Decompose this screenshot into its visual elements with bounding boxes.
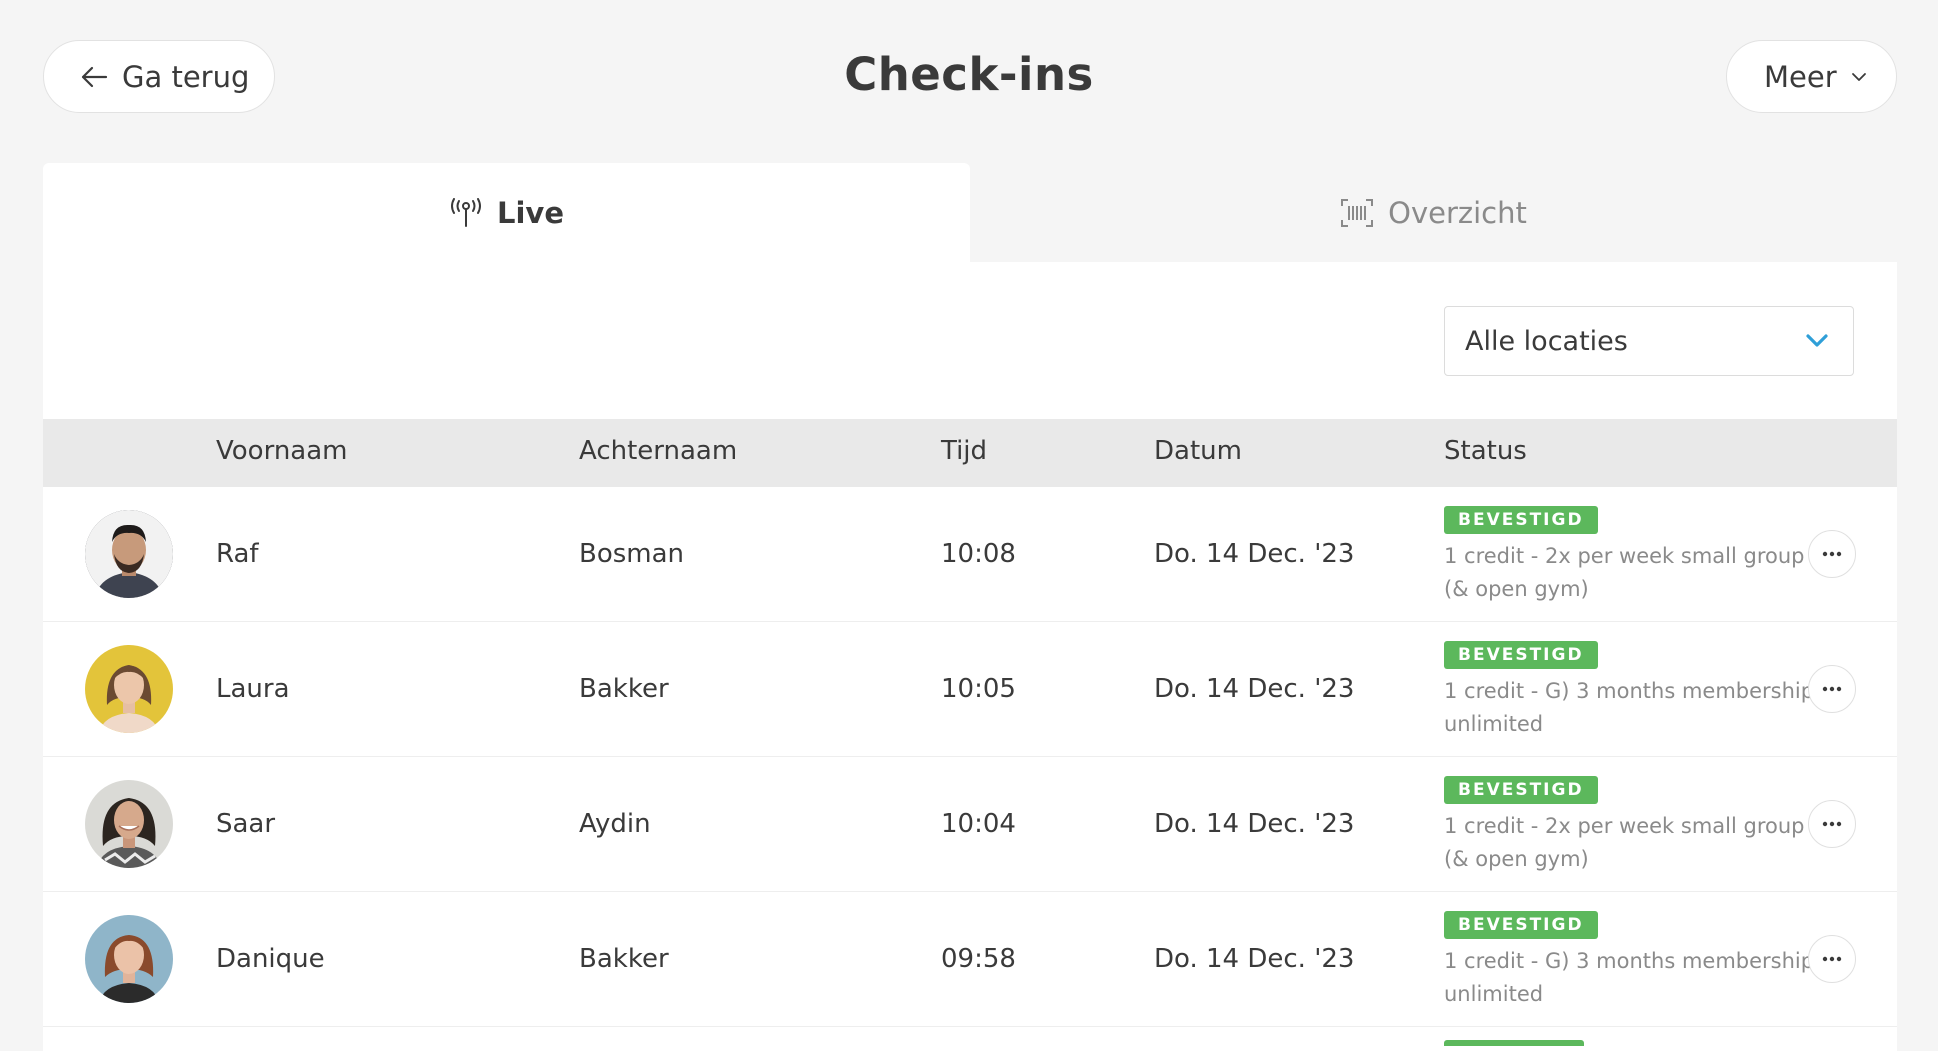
row-actions-button[interactable] — [1808, 935, 1856, 983]
row-actions-button[interactable] — [1808, 530, 1856, 578]
status-badge: BEVESTIGD — [1444, 641, 1598, 669]
avatar — [85, 780, 173, 868]
membership-plan: 1 credit - 2x per week small group (& op… — [1444, 544, 1805, 601]
status-cell: BEVESTIGD 1 credit - 2x per week small g… — [1444, 502, 1824, 606]
checkin-time: 10:08 — [941, 539, 1016, 569]
first-name: Danique — [216, 944, 325, 974]
last-name: Aydin — [579, 809, 651, 839]
tab-overzicht-label: Overzicht — [1388, 196, 1527, 230]
checkin-date: Do. 14 Dec. '23 — [1154, 674, 1355, 704]
table-header: Voornaam Achternaam Tijd Datum Status — [43, 419, 1897, 487]
table-row[interactable]: Danique Bakker 09:58 Do. 14 Dec. '23 BEV… — [43, 892, 1897, 1027]
checkin-time: 09:58 — [941, 944, 1016, 974]
page-title: Check-ins — [844, 48, 1094, 101]
tab-live-label: Live — [497, 196, 564, 230]
status-badge: BEVESTIGD — [1444, 911, 1598, 939]
first-name: Laura — [216, 674, 290, 704]
status-badge: BEVESTIGD — [1444, 506, 1598, 534]
checkin-date: Do. 14 Dec. '23 — [1154, 539, 1355, 569]
tab-overzicht[interactable]: Overzicht — [970, 163, 1897, 263]
chevron-down-icon — [1851, 72, 1866, 81]
more-horizontal-icon — [1822, 551, 1842, 557]
tab-bar: Live Overzicht — [43, 163, 1897, 263]
first-name: Raf — [216, 539, 259, 569]
status-badge — [1444, 1040, 1584, 1046]
membership-plan: 1 credit - 2x per week small group (& op… — [1444, 814, 1805, 871]
last-name: Bosman — [579, 539, 685, 569]
chevron-down-icon — [1806, 334, 1828, 347]
column-header-tijd: Tijd — [941, 436, 988, 466]
column-header-achternaam: Achternaam — [579, 436, 738, 466]
table-row[interactable]: Saar Aydin 10:04 Do. 14 Dec. '23 BEVESTI… — [43, 757, 1897, 892]
table-row[interactable]: Laura Bakker 10:05 Do. 14 Dec. '23 BEVES… — [43, 622, 1897, 757]
column-header-status: Status — [1444, 436, 1527, 466]
row-actions-button[interactable] — [1808, 800, 1856, 848]
location-select-value: Alle locaties — [1465, 325, 1628, 357]
barcode-scan-icon — [1341, 199, 1374, 227]
status-cell: BEVESTIGD 1 credit - G) 3 months members… — [1444, 637, 1824, 741]
tab-live[interactable]: Live — [43, 163, 970, 263]
avatar — [85, 645, 173, 733]
status-cell: BEVESTIGD 1 credit - 2x per week small g… — [1444, 772, 1824, 876]
avatar — [85, 915, 173, 1003]
membership-plan: 1 credit - G) 3 months membership unlimi… — [1444, 679, 1815, 736]
column-header-datum: Datum — [1154, 436, 1242, 466]
checkins-panel: Alle locaties Voornaam Achternaam Tijd D… — [43, 262, 1897, 1051]
checkin-date: Do. 14 Dec. '23 — [1154, 944, 1355, 974]
broadcast-icon — [451, 198, 481, 227]
checkin-time: 10:05 — [941, 674, 1016, 704]
table-row[interactable]: Raf Bosman 10:08 Do. 14 Dec. '23 BEVESTI… — [43, 487, 1897, 622]
location-select[interactable]: Alle locaties — [1444, 306, 1854, 376]
checkin-time: 10:04 — [941, 809, 1016, 839]
more-horizontal-icon — [1822, 821, 1842, 827]
more-horizontal-icon — [1822, 956, 1842, 962]
last-name: Bakker — [579, 944, 669, 974]
checkin-date: Do. 14 Dec. '23 — [1154, 809, 1355, 839]
row-actions-button[interactable] — [1808, 665, 1856, 713]
membership-plan: 1 credit - G) 3 months membership unlimi… — [1444, 949, 1815, 1006]
more-horizontal-icon — [1822, 686, 1842, 692]
status-badge: BEVESTIGD — [1444, 776, 1598, 804]
more-button-label: Meer — [1764, 59, 1837, 94]
last-name: Bakker — [579, 674, 669, 704]
more-button[interactable]: Meer — [1726, 40, 1897, 113]
first-name: Saar — [216, 809, 276, 839]
column-header-voornaam: Voornaam — [216, 436, 348, 466]
avatar — [85, 510, 173, 598]
checkins-page: Ga terug Check-ins Meer Live Overzicht A… — [0, 0, 1938, 1051]
status-cell: BEVESTIGD 1 credit - G) 3 months members… — [1444, 907, 1824, 1011]
